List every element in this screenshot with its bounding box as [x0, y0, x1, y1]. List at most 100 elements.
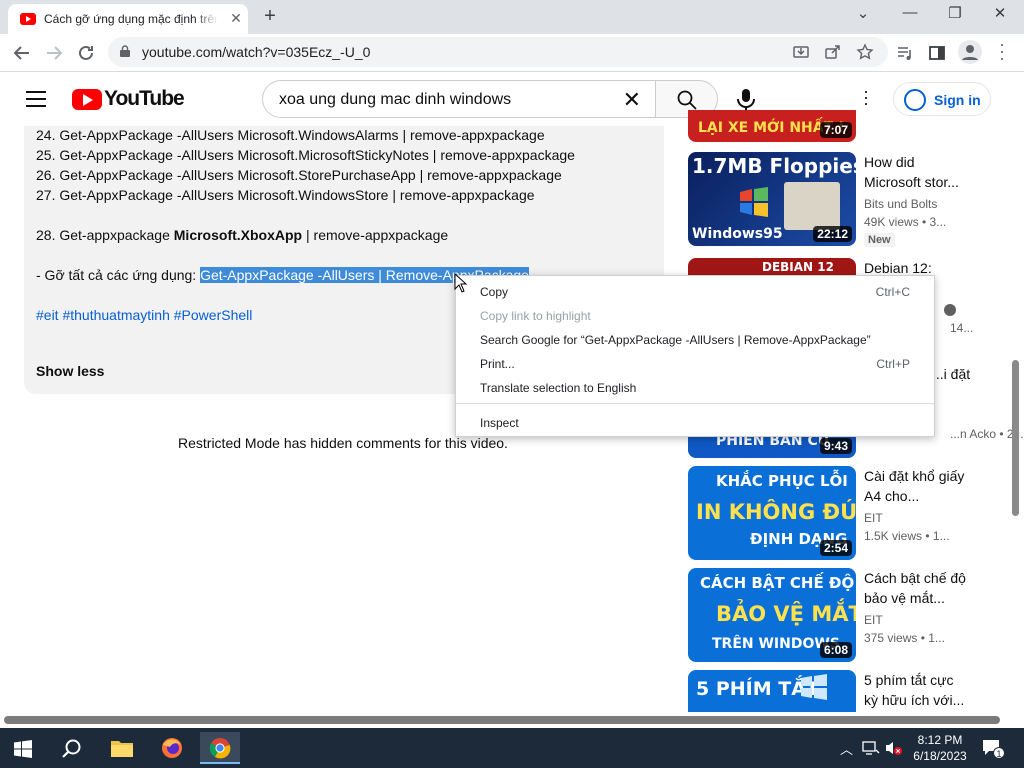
show-less-button[interactable]: Show less [36, 363, 104, 379]
account-circle-icon [904, 89, 926, 111]
related-video[interactable]: LẠI XE MỚI NHẤT ! 7:07 [688, 110, 968, 142]
close-window-button[interactable]: ✕ [985, 4, 1015, 22]
video-thumbnail[interactable]: LẠI XE MỚI NHẤT ! 7:07 [688, 110, 856, 142]
sign-in-label: Sign in [934, 92, 981, 108]
profile-avatar[interactable] [958, 40, 982, 64]
video-duration: 2:54 [819, 540, 852, 556]
search-query: xoa ung dung mac dinh windows [279, 91, 512, 108]
youtube-logo-text[interactable]: YouTube [104, 87, 185, 111]
video-thumbnail[interactable]: KHẮC PHỤC LỖI IN KHÔNG ĐÚNG ĐỊNH DẠNG 2:… [688, 466, 856, 560]
video-title[interactable]: Cài đặt khổ giấy A4 cho... [864, 466, 968, 506]
video-thumbnail[interactable]: DEBIAN 12 [688, 258, 856, 276]
video-title[interactable]: 5 phím tắt cực kỳ hữu ích với... [864, 670, 968, 710]
vertical-scrollbar[interactable] [1012, 360, 1019, 516]
tab-search-icon[interactable]: ⌄ [848, 4, 878, 22]
thumbnail-subtext: Windows95 [692, 226, 783, 242]
folder-icon [111, 741, 133, 757]
menu-item-translate[interactable]: Translate selection to English [480, 381, 636, 395]
search-input[interactable]: xoa ung dung mac dinh windows ✕ [262, 80, 656, 118]
menu-item-search-google[interactable]: Search Google for “Get-AppxPackage -AllU… [480, 333, 871, 347]
windows-start-icon[interactable] [14, 740, 32, 758]
back-arrow-icon[interactable] [10, 41, 34, 65]
tab-title: Cách gỡ ứng dụng mặc định trên Windows [44, 12, 218, 26]
reload-icon[interactable] [74, 41, 98, 65]
channel-name[interactable]: Bits und Bolts [864, 197, 937, 211]
system-clock[interactable]: 8:12 PM 6/18/2023 [902, 732, 978, 764]
video-meta: 1.5K views • 1... [864, 529, 950, 543]
video-meta: 375 views • 1... [864, 631, 945, 645]
notification-count-badge: 1 [993, 747, 1005, 759]
chrome-button[interactable] [200, 732, 240, 764]
related-video[interactable]: 5 PHÍM TẮT 5 phím tắt cực kỳ hữu ích với… [688, 670, 968, 712]
hashtags-link[interactable]: #eit #thuthuatmaytinh #PowerShell [36, 307, 252, 323]
media-queue-icon[interactable] [896, 44, 914, 62]
menu-item-copy[interactable]: Copy [480, 285, 508, 299]
youtube-favicon-icon [20, 13, 36, 25]
lock-icon[interactable] [120, 45, 130, 57]
menu-item-copy-link-to-highlight: Copy link to highlight [480, 309, 591, 323]
new-badge: New [864, 233, 895, 247]
menu-item-print[interactable]: Print... [480, 357, 515, 371]
windows-taskbar: ︿ 8:12 PM 6/18/2023 1 [0, 728, 1024, 768]
remove-all-prefix: - Gỡ tất cả các ứng dụng: [36, 267, 201, 283]
minimize-button[interactable]: — [895, 4, 925, 21]
channel-name[interactable]: EIT [864, 511, 883, 525]
chrome-icon [209, 738, 231, 759]
menu-item-inspect[interactable]: Inspect [480, 416, 519, 430]
menu-separator [456, 403, 934, 404]
show-hidden-icons-icon[interactable]: ︿ [840, 739, 853, 758]
related-video[interactable]: KHẮC PHỤC LỖI IN KHÔNG ĐÚNG ĐỊNH DẠNG 2:… [688, 466, 968, 560]
firefox-button[interactable] [152, 732, 192, 764]
tab-youtube[interactable]: Cách gỡ ứng dụng mặc định trên Windows ✕ [8, 4, 248, 34]
search-icon[interactable] [61, 738, 83, 760]
horizontal-scrollbar[interactable] [4, 716, 1000, 724]
related-video[interactable]: 1.7MB Floppies? Windows95 22:12 How did … [688, 152, 968, 247]
video-duration: 6:08 [819, 642, 852, 658]
verified-icon [944, 304, 956, 316]
line28-prefix: 28. Get-appxpackage [36, 227, 174, 243]
description-line: 28. Get-appxpackage Microsoft.XboxApp | … [36, 227, 448, 243]
address-bar[interactable]: youtube.com/watch?v=035Ecz_-U_0 [108, 37, 888, 67]
notifications-button[interactable]: 1 [982, 739, 1005, 759]
volume-muted-icon[interactable] [884, 740, 902, 756]
video-thumbnail[interactable]: 5 PHÍM TẮT [688, 670, 856, 712]
windows-logo-icon [801, 674, 827, 700]
side-panel-icon[interactable] [928, 44, 946, 62]
tab-close-icon[interactable]: ✕ [228, 10, 244, 26]
new-tab-button[interactable]: + [260, 5, 280, 28]
search-icon [677, 90, 697, 110]
browser-toolbar: youtube.com/watch?v=035Ecz_-U_0 · · · [0, 34, 1024, 72]
restore-button[interactable]: ❐ [940, 4, 970, 22]
line28-suffix: | remove-appxpackage [302, 227, 449, 243]
clock-time: 8:12 PM [917, 733, 963, 747]
video-title[interactable]: ...i đặt [932, 364, 972, 384]
file-explorer-button[interactable] [102, 732, 142, 764]
video-thumbnail[interactable]: CÁCH BẬT CHẾ ĐỘ BẢO VỆ MẮT TRÊN WINDOWS … [688, 568, 856, 662]
share-icon[interactable] [824, 43, 842, 61]
bookmark-star-icon[interactable] [856, 43, 874, 61]
chrome-menu-icon[interactable]: · · · [996, 35, 1008, 67]
forward-arrow-icon[interactable] [42, 41, 66, 65]
more-options-icon[interactable]: · · · [858, 82, 874, 112]
install-app-icon[interactable] [792, 43, 810, 61]
channel-name[interactable]: EIT [864, 613, 883, 627]
clear-search-icon[interactable]: ✕ [623, 87, 641, 113]
hamburger-menu-icon[interactable] [26, 91, 46, 107]
video-meta: 14... [950, 321, 974, 335]
thumbnail-text-2: IN KHÔNG ĐÚNG [696, 500, 856, 524]
person-icon [962, 45, 978, 60]
video-thumbnail[interactable]: 1.7MB Floppies? Windows95 22:12 [688, 152, 856, 246]
related-video[interactable]: CÁCH BẬT CHẾ ĐỘ BẢO VỆ MẮT TRÊN WINDOWS … [688, 568, 968, 662]
description-line: 25. Get-AppxPackage -AllUsers Microsoft.… [36, 147, 575, 163]
microphone-icon[interactable] [735, 88, 757, 112]
tab-strip: Cách gỡ ứng dụng mặc định trên Windows ✕… [0, 0, 1024, 34]
video-title[interactable]: How did Microsoft stor... [864, 152, 968, 192]
youtube-logo-icon[interactable] [72, 89, 102, 110]
thumbnail-text: CÁCH BẬT CHẾ ĐỘ [700, 574, 855, 592]
description-line: 27. Get-AppxPackage -AllUsers Microsoft.… [36, 187, 535, 203]
video-title[interactable]: Cách bật chế độ bảo vệ mắt... [864, 568, 968, 608]
url-text: youtube.com/watch?v=035Ecz_-U_0 [142, 44, 371, 60]
description-line: 24. Get-AppxPackage -AllUsers Microsoft.… [36, 127, 545, 143]
network-icon[interactable] [862, 740, 880, 756]
restricted-mode-notice: Restricted Mode has hidden comments for … [178, 435, 508, 451]
